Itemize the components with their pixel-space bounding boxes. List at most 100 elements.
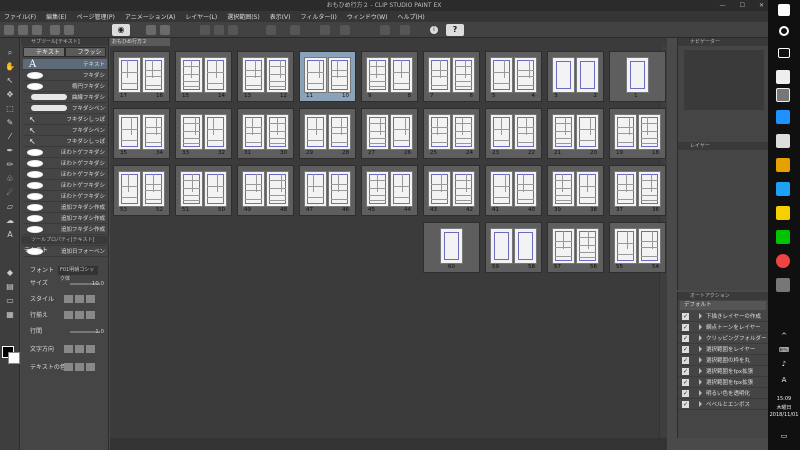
subtool-item[interactable]: 追加フキダシ作成 xyxy=(23,202,107,213)
page-spread[interactable]: 53 52 xyxy=(113,165,170,216)
page-spread[interactable]: 98 xyxy=(361,51,418,102)
page-spread[interactable]: 1 xyxy=(609,51,666,102)
lasso-icon[interactable]: ✎ xyxy=(4,118,16,128)
ruler-icon[interactable] xyxy=(380,25,390,35)
checkbox[interactable]: ✓ xyxy=(682,345,689,353)
eyedropper-icon[interactable]: ⁄ xyxy=(4,132,16,142)
page-spread[interactable]: 32 xyxy=(547,51,604,102)
subtool-item[interactable]: ほわトゲフキダシ xyxy=(23,158,107,169)
page-spread[interactable]: 41 40 xyxy=(485,165,542,216)
text-tool-icon[interactable]: A xyxy=(4,230,16,240)
close-button[interactable]: ✕ xyxy=(759,0,764,11)
subtool-item[interactable]: 楕円フキダシ xyxy=(23,81,107,92)
page-spread[interactable]: 33 32 xyxy=(175,108,232,159)
expand-arrow-icon[interactable] xyxy=(699,346,702,352)
expand-arrow-icon[interactable] xyxy=(699,357,702,363)
subtool-item[interactable]: ほわトゲフキダシ xyxy=(23,147,107,158)
redo-icon-2[interactable] xyxy=(160,25,170,35)
menu-item[interactable]: ウィンドウ(W) xyxy=(347,12,388,21)
eraser-icon[interactable]: ▱ xyxy=(4,202,16,212)
toolprop-row[interactable]: 行間 1.0 xyxy=(30,327,106,337)
page-spread[interactable]: 17 16 xyxy=(113,51,170,102)
deselect-icon[interactable] xyxy=(290,25,300,35)
volume-icon[interactable]: ♪ xyxy=(768,360,800,368)
checkbox[interactable]: ✓ xyxy=(682,389,689,397)
page-spread[interactable]: 49 48 xyxy=(237,165,294,216)
cortana-icon[interactable] xyxy=(779,26,789,36)
tab-text[interactable]: テキスト xyxy=(23,47,65,57)
selection-icon[interactable]: ⬚ xyxy=(4,104,16,114)
page-spread[interactable]: 29 28 xyxy=(299,108,356,159)
eye-icon[interactable]: ◉ xyxy=(112,24,130,36)
menu-item[interactable]: 編集(E) xyxy=(46,12,66,21)
font-select[interactable]: F01明朝ゴシック体 xyxy=(58,266,98,282)
page-spread[interactable]: 25 24 xyxy=(423,108,480,159)
minimize-button[interactable]: — xyxy=(720,0,726,11)
checkbox[interactable]: ✓ xyxy=(682,356,689,364)
menu-item[interactable]: ページ管理(P) xyxy=(77,12,115,21)
menu-item[interactable]: ファイル(F) xyxy=(4,12,36,21)
invert-icon[interactable] xyxy=(320,25,330,35)
store-icon[interactable] xyxy=(776,158,790,172)
checkbox[interactable]: ✓ xyxy=(682,323,689,331)
menu-item[interactable]: ヘルプ(H) xyxy=(397,12,424,21)
page-spread[interactable]: 43 42 xyxy=(423,165,480,216)
subtool-item[interactable]: ↖ フキダシペン xyxy=(23,125,107,136)
fill-icon[interactable] xyxy=(340,25,350,35)
checkbox[interactable]: ✓ xyxy=(682,378,689,386)
toolprop-row[interactable]: フォント F01明朝ゴシック体 xyxy=(30,266,106,282)
autoaction-item[interactable]: ✓ 選択範囲をfpx拡張 xyxy=(678,366,768,377)
subtool-item[interactable]: フキダシペン xyxy=(23,103,107,114)
toolprop-row[interactable]: 文字方向 xyxy=(30,345,106,355)
page-spread[interactable]: 27 26 xyxy=(361,108,418,159)
network-icon[interactable]: ⌨ xyxy=(768,346,800,354)
operation-icon[interactable]: ↖ xyxy=(4,76,16,86)
cut-icon[interactable] xyxy=(200,25,210,35)
open-icon[interactable] xyxy=(18,25,28,35)
autoaction-item[interactable]: ✓ 明るい色を透明化 xyxy=(678,388,768,399)
figure-icon[interactable]: ▭ xyxy=(4,296,16,306)
subtool-item[interactable]: ほわトゲフキダシ xyxy=(23,191,107,202)
grid-icon[interactable] xyxy=(400,25,410,35)
info-icon[interactable]: i xyxy=(430,26,438,34)
page-spread[interactable]: 55 54 xyxy=(609,222,666,273)
checkbox[interactable]: ✓ xyxy=(682,367,689,375)
subtool-item[interactable]: フキダシ xyxy=(23,70,107,81)
page-spread[interactable]: 31 30 xyxy=(237,108,294,159)
subtool-item[interactable]: ほわトゲフキダシ xyxy=(23,169,107,180)
autoaction-item[interactable]: ✓ クリッピングフォルダー xyxy=(678,333,768,344)
subtool-item[interactable]: 曲線フキダシ xyxy=(23,92,107,103)
page-spread[interactable]: 59 58 xyxy=(485,222,542,273)
menu-item[interactable]: アニメーション(A) xyxy=(125,12,176,21)
toolprop-row[interactable]: サイズ 10.0 xyxy=(30,279,106,289)
blend-icon[interactable]: ☁ xyxy=(4,216,16,226)
checkbox[interactable]: ✓ xyxy=(682,334,689,342)
pencil-icon[interactable]: ✏ xyxy=(4,160,16,170)
maximize-button[interactable]: ☐ xyxy=(740,0,745,11)
page-spread[interactable]: 45 44 xyxy=(361,165,418,216)
option-icons[interactable] xyxy=(64,345,95,353)
option-icons[interactable] xyxy=(64,363,95,371)
page-spread[interactable]: 76 xyxy=(423,51,480,102)
menu-item[interactable]: 選択範囲(S) xyxy=(227,12,260,21)
help-button[interactable]: ? xyxy=(446,24,464,36)
task-view-icon[interactable] xyxy=(778,48,790,58)
option-icons[interactable] xyxy=(64,295,95,303)
page-spread[interactable]: 15 14 xyxy=(175,51,232,102)
subtool-item[interactable]: A テキスト xyxy=(23,59,107,70)
sub-color-swatch[interactable] xyxy=(8,352,20,364)
zoom-icon[interactable]: ⌕ xyxy=(4,48,16,58)
autoaction-item[interactable]: ✓ 網点トーンをレイヤー xyxy=(678,322,768,333)
redo-arrow-icon[interactable] xyxy=(146,25,156,35)
notes-icon[interactable] xyxy=(776,206,790,220)
page-spread[interactable]: 13 12 xyxy=(237,51,294,102)
page-spread[interactable]: 35 34 xyxy=(113,108,170,159)
page-spread[interactable]: 21 20 xyxy=(547,108,604,159)
copy-icon[interactable] xyxy=(214,25,224,35)
page-spread[interactable]: 60 xyxy=(423,222,480,273)
move-icon[interactable]: ✥ xyxy=(4,90,16,100)
autoaction-item[interactable]: ✓ 選択範囲をfpx拡張 xyxy=(678,377,768,388)
autoaction-item[interactable]: ✓ 選択範囲の枠を丸 xyxy=(678,355,768,366)
toolprop-row[interactable]: スタイル xyxy=(30,295,106,305)
hand-icon[interactable]: ✋ xyxy=(4,62,16,72)
